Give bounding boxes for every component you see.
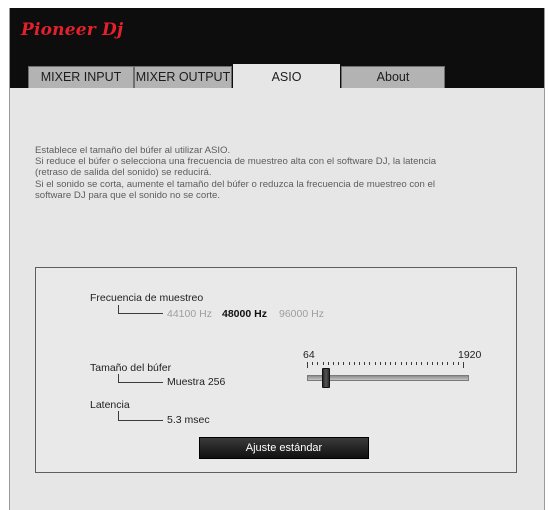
sample-rate-48000-option[interactable]: 48000 Hz [222, 308, 267, 320]
slider-tick [385, 362, 386, 365]
slider-tick [447, 362, 448, 365]
slider-tick [427, 362, 428, 365]
slider-tick [401, 362, 402, 365]
slider-tick [307, 362, 308, 368]
slider-tick [338, 362, 339, 365]
buffer-size-label: Tamaño del búfer [90, 362, 172, 374]
standard-settings-button[interactable]: Ajuste estándar [199, 437, 369, 459]
sample-rate-label: Frecuencia de muestreo [90, 292, 204, 304]
asio-description: Establece el tamaño del búfer al utiliza… [35, 145, 515, 201]
slider-tick [458, 362, 459, 365]
slider-tick [354, 362, 355, 365]
description-line: Si reduce el búfer o selecciona una frec… [35, 156, 437, 168]
slider-tick [349, 362, 350, 365]
slider-tick [312, 362, 313, 365]
buffer-slider-max-label: 1920 [458, 349, 482, 361]
slider-tick [421, 362, 422, 365]
slider-tick [411, 362, 412, 365]
slider-tick [369, 362, 370, 365]
slider-tick [406, 362, 407, 365]
slider-tick [317, 362, 318, 365]
slider-tick [359, 362, 360, 365]
buffer-slider-ticks [307, 362, 464, 368]
sample-rate-96000-option[interactable]: 96000 Hz [279, 308, 324, 320]
slider-tick [416, 362, 417, 365]
sample-rate-connector [118, 305, 163, 314]
slider-tick [437, 362, 438, 365]
tab-about[interactable]: About [341, 66, 445, 88]
description-line: (retraso de salida del sonido) se reduci… [35, 167, 212, 179]
slider-tick [442, 362, 443, 365]
slider-tick [395, 362, 396, 365]
latency-label: Latencia [90, 399, 130, 411]
slider-tick [375, 362, 376, 365]
sample-rate-44100-option[interactable]: 44100 Hz [167, 308, 212, 320]
buffer-size-value: Muestra 256 [167, 376, 226, 388]
slider-tick [463, 362, 464, 368]
slider-tick [343, 362, 344, 365]
slider-tick [432, 362, 433, 365]
tab-mixer-output[interactable]: MIXER OUTPUT [134, 66, 232, 88]
latency-connector [118, 411, 163, 421]
slider-tick [380, 362, 381, 365]
slider-tick [453, 362, 454, 365]
buffer-slider-track[interactable] [307, 375, 469, 381]
slider-tick [390, 362, 391, 365]
buffer-size-connector [118, 374, 163, 383]
slider-tick [333, 362, 334, 365]
description-line: software DJ para que el sonido no se cor… [35, 189, 221, 201]
buffer-slider-min-label: 64 [303, 349, 315, 361]
slider-tick [323, 362, 324, 365]
buffer-slider-thumb[interactable] [322, 368, 330, 388]
description-line: Establece el tamaño del búfer al utiliza… [35, 145, 231, 156]
slider-tick [364, 362, 365, 365]
slider-tick [328, 362, 329, 365]
description-line: Si el sonido se corta, aumente el tamaño… [35, 178, 435, 190]
latency-value: 5.3 msec [167, 414, 210, 426]
tab-asio[interactable]: ASIO [233, 64, 340, 90]
tab-mixer-input[interactable]: MIXER INPUT [28, 66, 134, 88]
